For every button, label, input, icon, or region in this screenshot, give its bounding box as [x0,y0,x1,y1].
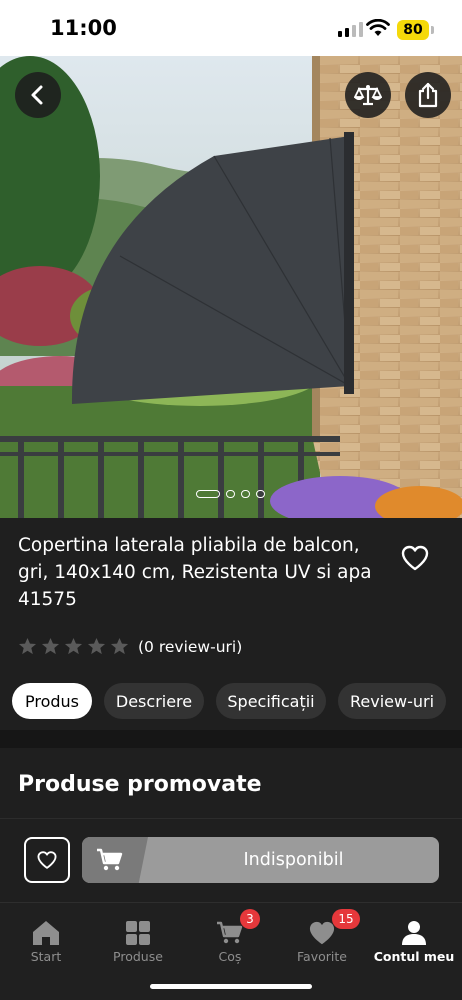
nav-start[interactable]: Start [0,917,92,964]
gallery-dot[interactable] [226,490,235,498]
battery-indicator: 80 [397,20,429,40]
star-icon [110,637,129,655]
star-icon [87,637,106,655]
user-icon [402,921,426,945]
cart-icon [97,848,123,871]
home-indicator [150,984,312,989]
bottom-navigation: Start Produse 3 Coș 15 Favorite Contul m… [0,902,462,1000]
back-button[interactable] [15,72,61,118]
nav-contul-meu-label: Contul meu [373,949,455,964]
star-icon [18,637,37,655]
tab-review-uri[interactable]: Review-uri [338,683,446,719]
star-icon [64,637,83,655]
product-image-gallery[interactable] [0,56,462,518]
gallery-dot[interactable] [256,490,265,498]
status-bar: 11:00 80 [0,0,462,56]
add-to-favorites-button[interactable] [24,837,70,883]
nav-start-label: Start [30,949,62,964]
product-info: Copertina laterala pliabila de balcon, g… [0,518,462,730]
cart-icon [217,921,243,944]
promoted-heading: Produse promovate [18,772,262,797]
nav-cos[interactable]: 3 Coș [184,909,276,964]
share-button[interactable] [405,72,451,118]
chevron-left-icon [31,85,43,105]
tab-produs[interactable]: Produs [12,683,92,719]
grid-icon [126,921,150,945]
scale-icon [354,85,382,106]
nav-cos-label: Coș [218,949,242,964]
favorites-badge: 15 [332,909,360,929]
share-icon [418,82,438,108]
nav-contul-meu[interactable]: Contul meu [368,917,460,964]
tab-descriere[interactable]: Descriere [104,683,204,719]
reviews-count[interactable]: (0 review-uri) [138,638,242,656]
gallery-dot-active[interactable] [196,490,220,498]
cart-badge: 3 [240,909,260,929]
product-photo [0,56,462,518]
star-icon [41,637,60,655]
rating[interactable]: (0 review-uri) [18,637,242,656]
nav-produse-label: Produse [113,949,163,964]
home-icon [33,921,59,945]
favorite-button[interactable] [400,544,430,576]
wifi-icon [366,19,390,36]
battery-tip [431,26,434,34]
nav-favorite[interactable]: 15 Favorite [276,909,368,964]
product-tabs: Produs Descriere Specificații Review-uri [12,683,446,719]
compare-button[interactable] [345,72,391,118]
heart-outline-icon [401,545,429,571]
gallery-pagination[interactable] [196,490,265,498]
add-to-cart-button[interactable]: Indisponibil [82,837,439,883]
cart-icon-zone [82,837,148,883]
section-divider [0,730,462,748]
heart-outline-icon [37,851,57,869]
cellular-signal-icon [338,22,363,37]
status-time: 11:00 [50,16,117,40]
cart-button-label: Indisponibil [243,850,344,870]
gallery-dot[interactable] [241,490,250,498]
promoted-products: Produse promovate Indisponibil [0,748,462,908]
nav-produse[interactable]: Produse [92,917,184,964]
divider [0,818,462,819]
tab-specificatii[interactable]: Specificații [216,683,326,719]
heart-icon [309,921,335,945]
product-title: Copertina laterala pliabila de balcon, g… [18,535,372,610]
nav-favorite-label: Favorite [297,949,347,964]
